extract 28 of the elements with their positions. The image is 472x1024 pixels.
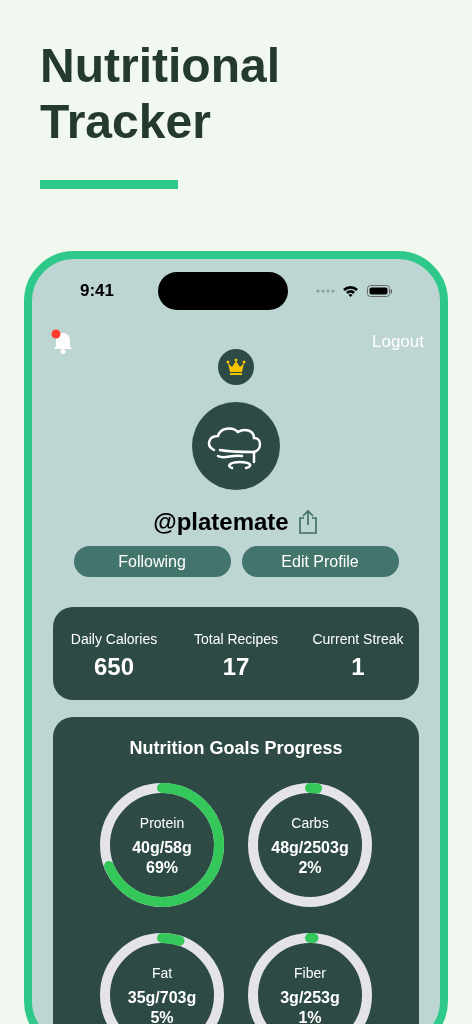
- ring-label: Fiber: [294, 963, 326, 983]
- stat-value: 650: [93, 652, 134, 682]
- stat-label: Total Recipes: [193, 630, 278, 649]
- username: @platemate: [153, 507, 289, 537]
- share-icon[interactable]: [296, 509, 319, 535]
- ring-percent: 1%: [298, 1007, 322, 1024]
- stat-value: 17: [222, 652, 250, 682]
- status-time: 9:41: [80, 280, 116, 303]
- ring-label: Carbs: [291, 813, 329, 833]
- goals-title: Nutrition Goals Progress: [128, 737, 344, 760]
- ring-amount: 3g/253g: [280, 987, 340, 1008]
- ring-amount: 48g/2503g: [271, 837, 349, 858]
- profile-button[interactable]: Following: [73, 546, 231, 577]
- ring-amount: 40g/58g: [132, 837, 192, 858]
- ring-amount: 35g/703g: [127, 987, 197, 1008]
- cellular-signal-icon: [316, 289, 335, 293]
- stat-value: 1: [351, 652, 365, 682]
- battery-icon: [367, 285, 392, 297]
- headline: Nutritional Tracker: [39, 38, 281, 150]
- profile-button[interactable]: Edit Profile: [241, 546, 399, 577]
- ring-label: Protein: [139, 813, 185, 833]
- wifi-icon: [343, 285, 359, 297]
- ring-percent: 69%: [146, 857, 178, 878]
- ring-percent: 5%: [150, 1007, 174, 1024]
- ring-label: Fat: [151, 963, 173, 983]
- stat-label: Current Streak: [312, 630, 404, 649]
- ring-percent: 2%: [298, 857, 322, 878]
- stat-label: Daily Calories: [70, 630, 158, 649]
